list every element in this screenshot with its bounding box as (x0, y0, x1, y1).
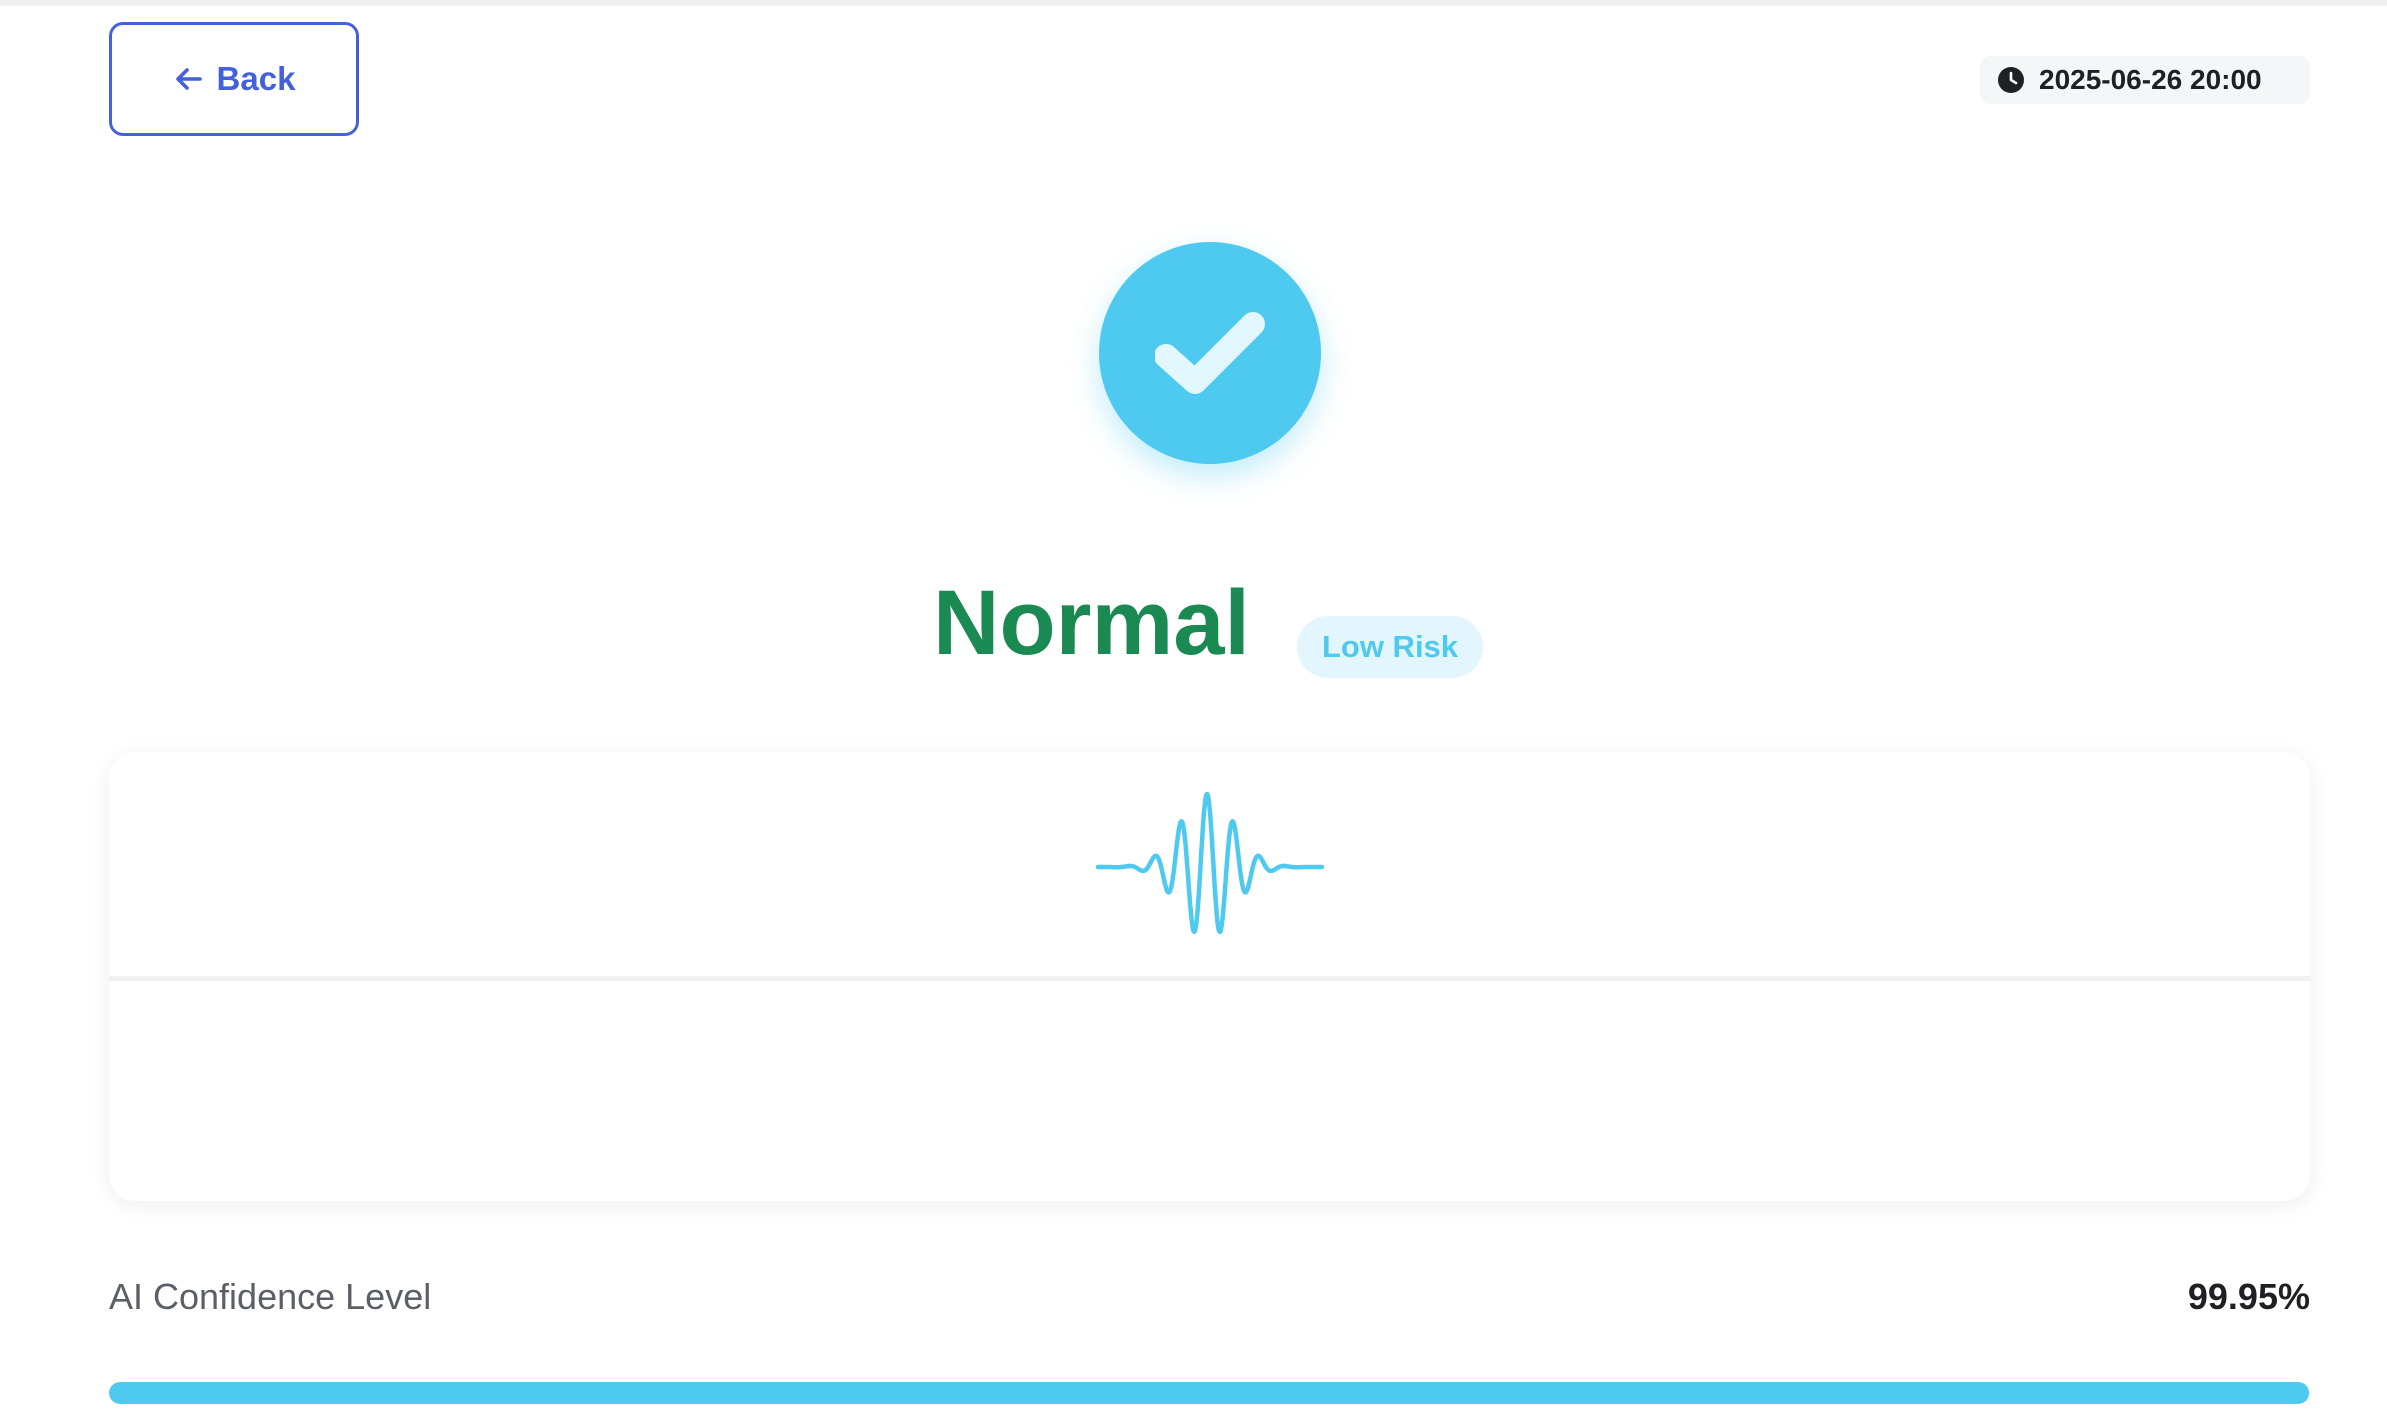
clock-icon (1997, 66, 2025, 94)
status-indicator (1099, 242, 1321, 464)
back-button-label: Back (216, 60, 296, 97)
waveform-card (109, 752, 2310, 1201)
waveform-area (109, 752, 2310, 976)
risk-badge: Low Risk (1297, 616, 1483, 678)
timestamp-chip: 2025-06-26 20:00 (1980, 56, 2310, 104)
timestamp-text: 2025-06-26 20:00 (2039, 64, 2262, 95)
waveform-details-area (109, 981, 2310, 1201)
arrow-left-icon (173, 63, 205, 95)
back-button[interactable]: Back (109, 22, 359, 136)
confidence-value: 99.95% (2187, 1276, 2310, 1317)
status-title: Normal (933, 572, 1250, 674)
confidence-label: AI Confidence Level (109, 1276, 432, 1317)
confidence-progress-fill (109, 1382, 2309, 1404)
check-icon (1154, 306, 1265, 401)
confidence-progress-bar (109, 1382, 2310, 1404)
top-divider (0, 0, 2387, 6)
